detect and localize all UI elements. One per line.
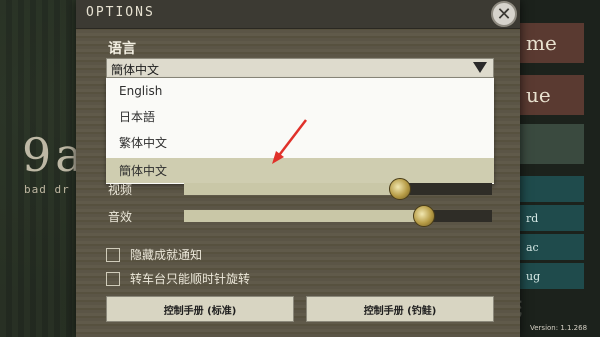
video-slider-handle[interactable] bbox=[389, 178, 411, 200]
close-icon[interactable]: ✕ bbox=[491, 1, 517, 27]
menu-button-2[interactable]: ue bbox=[520, 75, 584, 115]
menu-button-6[interactable]: ac bbox=[520, 234, 584, 260]
language-label: 语言 bbox=[108, 41, 136, 57]
checkbox-label: 转车台只能顺时针旋转 bbox=[130, 272, 251, 286]
checkbox-row-turntable[interactable]: 转车台只能顺时针旋转 bbox=[106, 270, 250, 287]
audio-slider-handle[interactable] bbox=[413, 205, 435, 227]
audio-slider[interactable] bbox=[184, 210, 492, 222]
checkbox-label: 隐藏成就通知 bbox=[130, 248, 203, 262]
menu-button-1[interactable]: me bbox=[520, 23, 584, 63]
audio-label: 音效 bbox=[108, 210, 133, 224]
checkbox[interactable] bbox=[106, 247, 120, 262]
language-select[interactable]: 簡体中文 bbox=[106, 58, 494, 78]
main-menu-partial: me ue rd ac ug bbox=[520, 0, 600, 337]
language-option-english[interactable]: English bbox=[106, 78, 494, 103]
menu-button-7[interactable]: ug bbox=[520, 263, 584, 289]
video-label: 视频 bbox=[108, 183, 133, 197]
chevron-down-icon bbox=[473, 62, 487, 73]
game-logo-subtitle: bad dr bbox=[24, 183, 70, 196]
menu-button-3[interactable] bbox=[520, 124, 584, 164]
video-slider-fill bbox=[184, 183, 400, 195]
menu-button-4[interactable] bbox=[520, 176, 584, 202]
audio-slider-fill bbox=[184, 210, 424, 222]
checkbox-row-hide-achievements[interactable]: 隐藏成就通知 bbox=[106, 246, 202, 263]
manual-standard-button[interactable]: 控制手册 (标准) bbox=[106, 296, 294, 322]
manual-fishing-button[interactable]: 控制手册 (钓鲑) bbox=[306, 296, 494, 322]
language-select-value: 簡体中文 bbox=[111, 63, 160, 77]
dialog-title: OPTIONS bbox=[86, 5, 155, 20]
annotation-arrow-icon bbox=[272, 119, 307, 164]
checkbox[interactable] bbox=[106, 271, 120, 286]
version-label: Version: 1.1.268 bbox=[530, 324, 588, 332]
video-slider[interactable] bbox=[184, 183, 492, 195]
menu-button-5[interactable]: rd bbox=[520, 205, 584, 231]
